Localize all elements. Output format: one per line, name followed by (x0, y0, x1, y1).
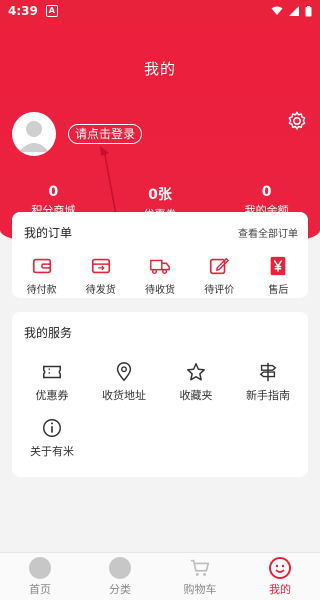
tab-label: 分类 (109, 583, 131, 596)
status-icons (271, 5, 312, 17)
order-label: 待付款 (26, 285, 57, 296)
battery-icon (305, 5, 312, 16)
service-label: 关于有米 (30, 445, 74, 458)
page-title: 我的 (143, 60, 176, 78)
service-label: 收藏夹 (179, 389, 213, 402)
signpost-icon (259, 362, 277, 382)
services-title: 我的服务 (24, 326, 73, 340)
stat-value: 0张 (148, 187, 172, 203)
service-label: 新手指南 (246, 389, 290, 402)
bottom-tab-bar: 首页 分类 购物车 我的 (0, 552, 320, 600)
order-after-sales[interactable]: 售后 (249, 255, 308, 296)
order-pending-review[interactable]: 待评价 (190, 255, 249, 296)
service-favorites[interactable]: 收藏夹 (160, 361, 232, 403)
service-guide[interactable]: 新手指南 (232, 361, 304, 403)
order-label: 待发货 (85, 285, 116, 296)
tab-home[interactable]: 首页 (0, 553, 80, 600)
settings-gear-icon[interactable] (286, 110, 308, 132)
service-address[interactable]: 收货地址 (88, 361, 160, 403)
tab-cart[interactable]: 购物车 (160, 553, 240, 600)
tab-label: 购物车 (183, 583, 217, 596)
edit-icon (210, 257, 230, 275)
profile-header: 我的 请点击登录 0 积分商城 0张 优惠券 0 我的余额 (0, 22, 320, 291)
tab-label: 我的 (269, 583, 291, 596)
stat-value: 0 (48, 184, 59, 200)
tab-category[interactable]: 分类 (80, 553, 160, 600)
category-icon (109, 557, 131, 579)
signal-icon (289, 6, 299, 16)
coupon-icon (43, 365, 61, 379)
order-label: 待收货 (145, 285, 175, 296)
wallet-icon (32, 258, 51, 274)
home-icon (29, 557, 51, 579)
order-pending-shipment[interactable]: 待发货 (71, 255, 130, 296)
status-time: 4:39 (8, 4, 38, 18)
order-label: 待评价 (204, 285, 235, 296)
service-about[interactable]: 关于有米 (16, 417, 88, 459)
cart-icon (190, 559, 210, 576)
app-notification-icon: A (45, 5, 58, 17)
truck-icon (150, 259, 170, 275)
service-label: 优惠券 (35, 389, 69, 402)
info-icon (43, 419, 61, 437)
services-card: 我的服务 优惠券 收货地址 收藏夹 新手指南 关于有米 (12, 312, 308, 477)
tab-mine[interactable]: 我的 (240, 553, 320, 600)
service-coupons[interactable]: 优惠券 (16, 361, 88, 403)
status-bar: 4:39 A (0, 0, 320, 22)
yen-icon (271, 256, 286, 276)
wifi-icon (271, 6, 283, 15)
login-button[interactable]: 请点击登录 (68, 124, 143, 144)
order-pending-payment[interactable]: 待付款 (12, 255, 71, 296)
tab-label: 首页 (29, 583, 51, 596)
package-icon (91, 258, 110, 274)
view-all-orders-link[interactable]: 查看全部订单 (238, 225, 298, 240)
service-label: 收货地址 (102, 389, 146, 402)
star-icon (187, 363, 205, 381)
stat-value: 0 (261, 184, 272, 200)
smile-icon (269, 557, 291, 579)
user-silhouette-icon (19, 121, 49, 152)
order-label: 售后 (268, 285, 289, 296)
avatar[interactable] (12, 112, 56, 156)
orders-title: 我的订单 (24, 226, 73, 240)
orders-card: 我的订单 查看全部订单 待付款 待发货 待收货 待评价 售后 (12, 212, 308, 298)
order-pending-receipt[interactable]: 待收货 (130, 255, 189, 296)
location-icon (116, 362, 132, 382)
